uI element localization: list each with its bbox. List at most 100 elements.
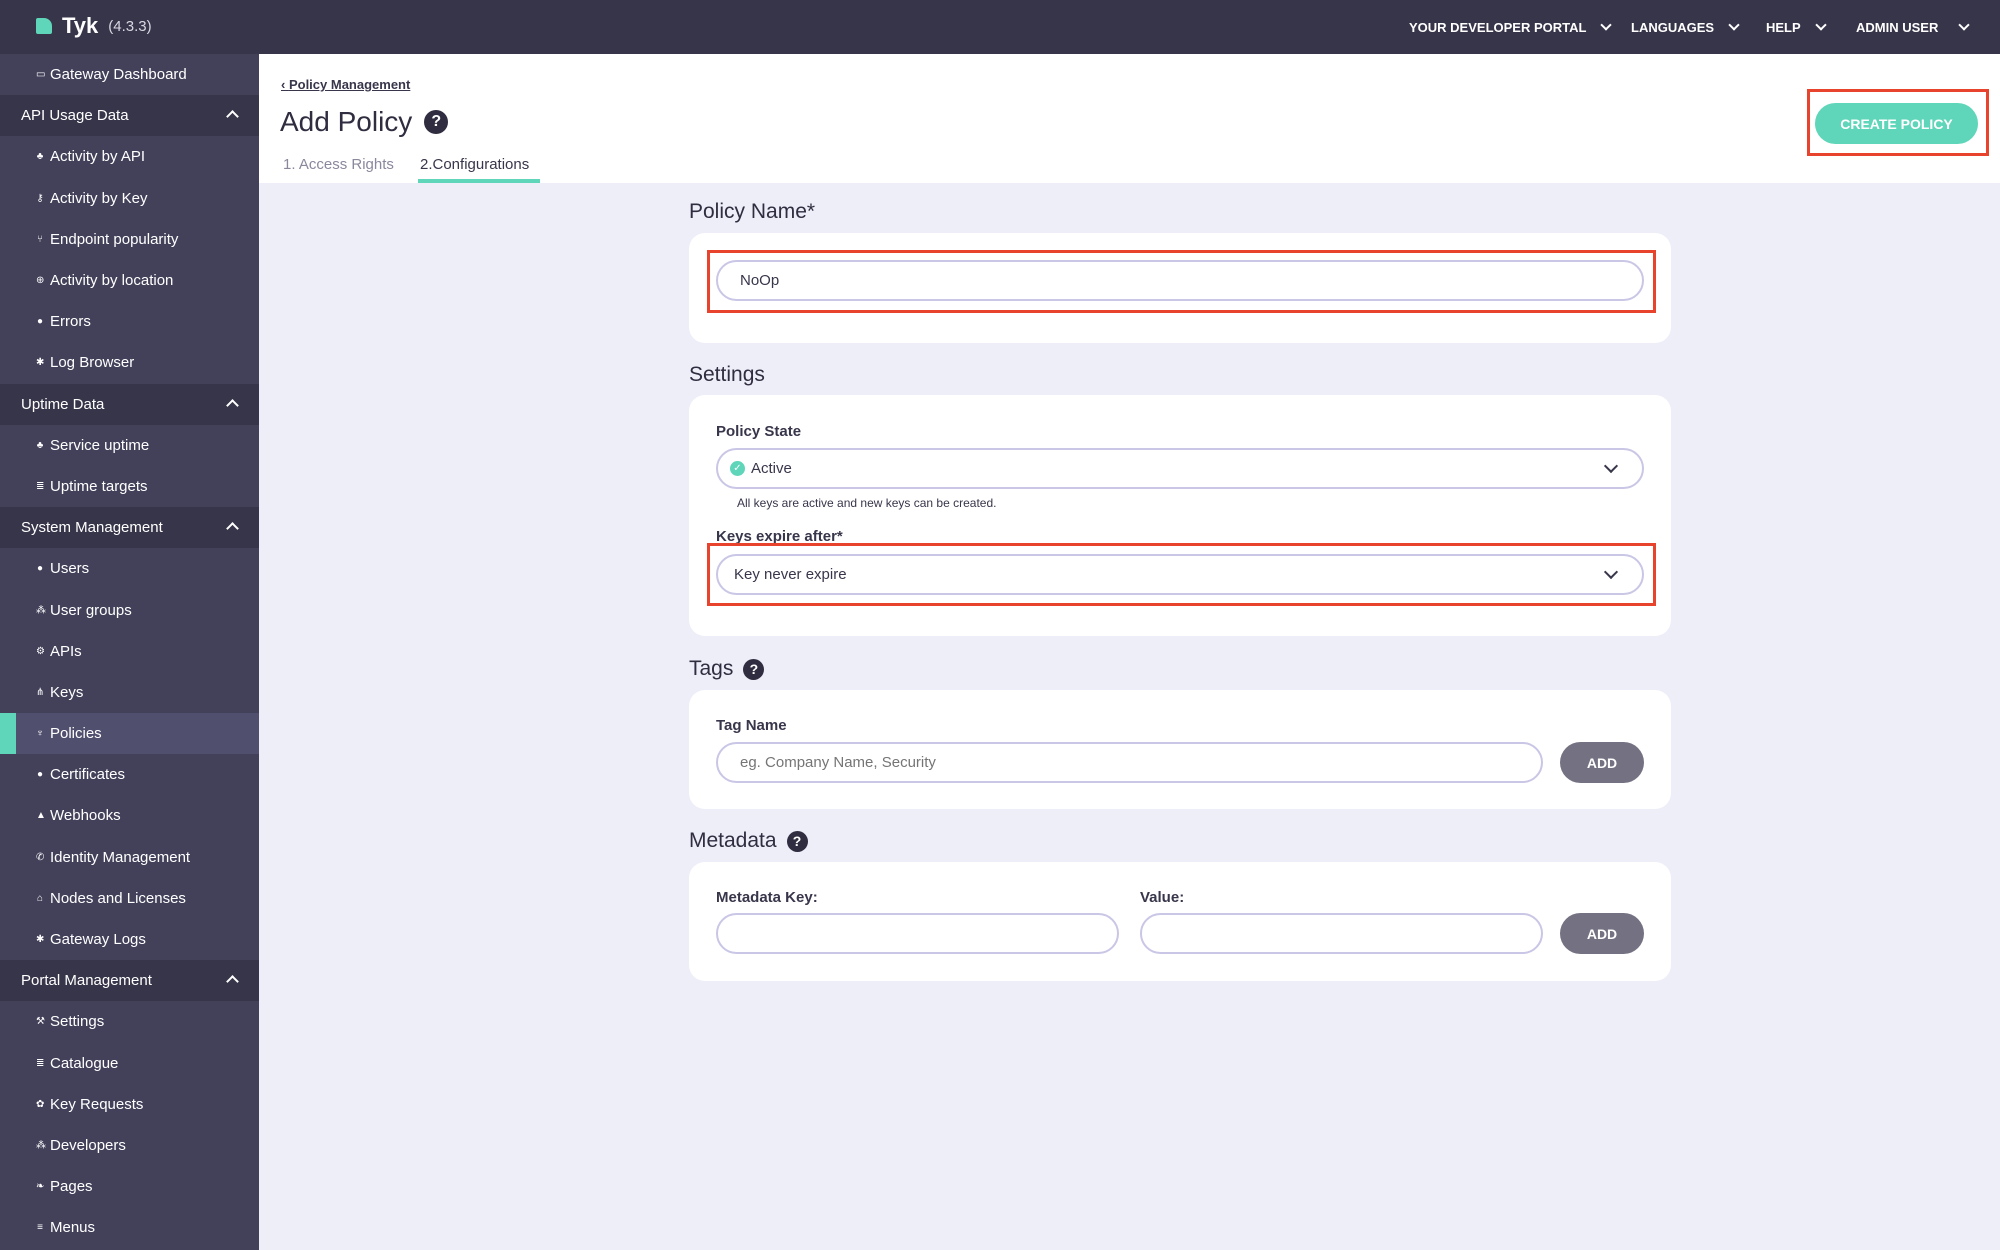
chevron-up-icon[interactable]	[226, 398, 239, 412]
top-bar: Tyk (4.3.3) YOUR DEVELOPER PORTAL LANGUA…	[0, 0, 2000, 54]
sidebar-item-developers[interactable]: ⁂ Developers	[0, 1125, 259, 1166]
sidebar-item-label: Catalogue	[50, 1054, 119, 1072]
tab-configurations[interactable]: 2.Configurations	[420, 156, 529, 173]
sidebar-item-activity-by-location[interactable]: ⊕ Activity by location	[0, 260, 259, 301]
sidebar-item-log-browser[interactable]: ✱ Log Browser	[0, 342, 259, 383]
sidebar-item-policies[interactable]: ♆ Policies	[0, 713, 259, 755]
chevron-down-icon	[1728, 19, 1740, 31]
sidebar-item-user-groups[interactable]: ⁂ User groups	[0, 589, 259, 630]
sidebar-item-label: Uptime Data	[21, 395, 105, 413]
sidebar-item-users[interactable]: ● Users	[0, 548, 259, 589]
sidebar-item-label: Portal Management	[21, 972, 152, 990]
help-icon[interactable]: ?	[786, 830, 808, 852]
phone-icon: ✆	[36, 851, 45, 863]
bars-icon: ≡	[37, 1222, 43, 1234]
sidebar-item-label: Settings	[50, 1013, 105, 1031]
sidebar-item-gateway-dashboard[interactable]: ▭ Gateway Dashboard	[0, 54, 259, 95]
highlight-box	[707, 543, 1656, 606]
sidebar-section-system-management[interactable]: System Management	[0, 507, 259, 549]
sidebar-item-label: Gateway Dashboard	[50, 66, 187, 84]
page-title: Add Policy?	[280, 106, 449, 138]
chevron-up-icon[interactable]	[226, 522, 239, 535]
sidebar-item-catalogue[interactable]: ≣ Catalogue	[0, 1043, 259, 1084]
sidebar-item-webhooks[interactable]: ▲ Webhooks	[0, 795, 259, 836]
sidebar-item-label: Log Browser	[50, 354, 135, 372]
sidebar-section-uptime-data[interactable]: Uptime Data	[0, 383, 259, 425]
sidebar-item-gateway-logs[interactable]: ✱ Gateway Logs	[0, 919, 259, 960]
sidebar-item-apis[interactable]: ⚙ APIs	[0, 631, 259, 672]
sidebar-item-label: Policies	[50, 725, 102, 743]
breadcrumb-policy-management[interactable]: ‹ Policy Management	[281, 77, 410, 92]
metadata-value-input[interactable]	[1140, 913, 1543, 954]
sidebar-item-label: Developers	[50, 1136, 126, 1154]
sidebar-section-api-usage-data[interactable]: API Usage Data	[0, 95, 259, 137]
create-policy-button[interactable]: CREATE POLICY	[1815, 103, 1978, 144]
nav-help[interactable]: HELP	[1766, 0, 1827, 54]
sitemap-icon: ⋔	[36, 686, 45, 698]
nav-label: LANGUAGES	[1631, 19, 1715, 35]
chevron-down-icon	[1600, 19, 1613, 31]
sidebar-item-label: Uptime targets	[50, 477, 148, 495]
add-metadata-button[interactable]: ADD	[1560, 913, 1644, 954]
sidebar-item-endpoint-popularity[interactable]: ⑂ Endpoint popularity	[0, 219, 259, 260]
nav-languages[interactable]: LANGUAGES	[1631, 0, 1740, 54]
sidebar-item-nodes-and-licenses[interactable]: ⌂ Nodes and Licenses	[0, 878, 259, 919]
bug-icon: ✱	[36, 357, 45, 369]
sidebar-item-label: Activity by API	[50, 148, 146, 166]
sidebar-item-label: Endpoint popularity	[50, 230, 179, 248]
tag-name-label: Tag Name	[716, 717, 787, 734]
help-icon[interactable]: ?	[743, 658, 765, 680]
sidebar-section-portal-management[interactable]: Portal Management	[0, 960, 259, 1002]
sidebar-item-service-uptime[interactable]: ♣ Service uptime	[0, 425, 259, 466]
tab-access-rights[interactable]: 1. Access Rights	[283, 156, 394, 173]
sidebar-item-keys[interactable]: ⋔ Keys	[0, 672, 259, 713]
sidebar-item-menus[interactable]: ≡ Menus	[0, 1207, 259, 1248]
paw-icon: ✿	[36, 1098, 45, 1110]
leaf-icon: ❧	[36, 1181, 45, 1193]
sidebar-item-label: Service uptime	[50, 436, 150, 454]
sidebar-item-errors[interactable]: ● Errors	[0, 301, 259, 342]
sidebar-item-label: Activity by Key	[50, 189, 148, 207]
metadata-key-input[interactable]	[716, 913, 1119, 954]
sidebar-item-activity-by-api[interactable]: ♣ Activity by API	[0, 136, 259, 177]
sidebar-item-label: Errors	[50, 313, 91, 331]
policy-state-select[interactable]: ✓ Active	[716, 448, 1644, 489]
monitor-icon: ▭	[36, 69, 46, 81]
nav-label: ADMIN USER	[1856, 19, 1939, 35]
plug-icon: ♆	[36, 728, 44, 740]
tags-heading: Tags?	[689, 657, 765, 681]
cubes-icon: ♣	[36, 151, 44, 163]
bug-icon: ✱	[36, 934, 45, 946]
add-tag-button[interactable]: ADD	[1560, 742, 1644, 783]
nav-admin-user[interactable]: ADMIN USER	[1856, 0, 1971, 54]
sidebar-item-activity-by-key[interactable]: ⚷ Activity by Key	[0, 178, 259, 219]
sidebar-item-settings[interactable]: ⚒ Settings	[0, 1001, 259, 1042]
tag-name-input[interactable]	[716, 742, 1543, 783]
bank-icon: ⌂	[36, 892, 44, 904]
sidebar-item-identity-management[interactable]: ✆ Identity Management	[0, 837, 259, 878]
sidebar-item-pages[interactable]: ❧ Pages	[0, 1166, 259, 1207]
list-icon: ≣	[36, 480, 45, 492]
sidebar-item-label: Nodes and Licenses	[50, 889, 186, 907]
sidebar-item-label: System Management	[21, 519, 163, 537]
sidebar-item-uptime-targets[interactable]: ≣ Uptime targets	[0, 466, 259, 507]
sidebar-item-label: Key Requests	[50, 1095, 144, 1113]
breadcrumb-label: Policy Management	[288, 77, 411, 92]
help-icon[interactable]: ?	[424, 110, 449, 134]
sidebar-item-key-requests[interactable]: ✿ Key Requests	[0, 1084, 259, 1125]
tags-heading-text: Tags	[689, 657, 734, 680]
fork-icon: ⑂	[37, 233, 43, 245]
chevron-up-icon[interactable]	[226, 110, 239, 124]
nav-developer-portal[interactable]: YOUR DEVELOPER PORTAL	[1409, 0, 1613, 54]
sidebar-item-label: Identity Management	[50, 848, 191, 866]
wrench-icon: ⚒	[36, 1016, 45, 1028]
policy-state-value: Active	[751, 460, 792, 477]
check-circle-icon: ✓	[730, 461, 745, 476]
bomb-icon: ●	[36, 316, 44, 328]
sidebar-item-label: APIs	[50, 642, 82, 660]
sidebar-item-certificates[interactable]: ● Certificates	[0, 754, 259, 795]
chevron-down-icon	[1958, 19, 1971, 31]
sidebar-item-label: Certificates	[50, 766, 126, 784]
chevron-up-icon[interactable]	[226, 975, 239, 988]
tyk-logo[interactable]: Tyk (4.3.3)	[36, 13, 152, 39]
